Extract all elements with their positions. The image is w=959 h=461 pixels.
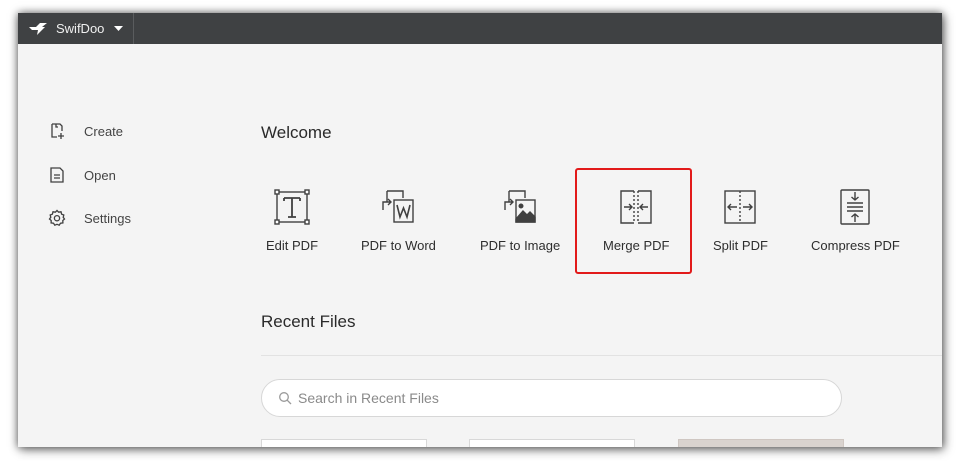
welcome-title: Welcome [261,123,332,142]
tool-merge-pdf[interactable]: Merge PDF [603,188,669,253]
create-file-icon [51,123,64,139]
merge-pdf-icon [620,190,652,224]
app-menu-button[interactable]: SwifDoo [18,13,135,44]
app-name: SwifDoo [56,21,105,36]
sidebar-item-label: Settings [84,210,131,226]
sidebar-item-label: Open [84,167,116,183]
open-file-icon [50,167,64,183]
divider [261,355,942,356]
sidebar-item-label: Create [84,123,124,139]
tool-label: Edit PDF [266,238,319,253]
recent-files-title: Recent Files [261,312,356,331]
gear-icon [48,209,66,227]
tool-label: Merge PDF [603,238,670,253]
tool-label: Split PDF [713,238,768,253]
tool-pdf-to-word[interactable]: PDF to Word [361,188,436,253]
recent-file-thumbnail[interactable] [261,439,427,447]
tool-edit-pdf[interactable]: Edit PDF [266,188,318,253]
recent-files-search[interactable] [261,379,842,417]
caret-down-icon [114,25,124,31]
pdf-to-image-icon [504,190,536,223]
recent-file-thumbnail[interactable] [469,439,635,447]
search-input[interactable] [298,390,818,406]
main-panel: Welcome Edit PDF PDF to Word PDF to Imag… [261,44,942,447]
pdf-to-word-icon [382,190,415,223]
sidebar-item-create[interactable]: Create [48,120,123,142]
search-icon [279,392,292,405]
split-pdf-icon [724,190,757,224]
tool-label: Compress PDF [811,238,900,253]
swift-bird-logo [29,22,47,35]
recent-file-thumbnail[interactable] [678,439,844,447]
sidebar: Create Open Settings [18,44,218,447]
sidebar-item-settings[interactable]: Settings [48,207,131,229]
app-window: SwifDoo Create Open Settings Welcome Edi… [18,13,942,447]
title-bar: SwifDoo [18,13,942,44]
text-frame-icon [274,189,310,225]
tool-label: PDF to Word [361,238,436,253]
tool-pdf-to-image[interactable]: PDF to Image [480,188,560,253]
tool-compress-pdf[interactable]: Compress PDF [811,188,900,253]
compress-pdf-icon [840,189,871,225]
tool-label: PDF to Image [480,238,561,253]
sidebar-item-open[interactable]: Open [48,164,116,186]
tool-split-pdf[interactable]: Split PDF [713,188,768,253]
